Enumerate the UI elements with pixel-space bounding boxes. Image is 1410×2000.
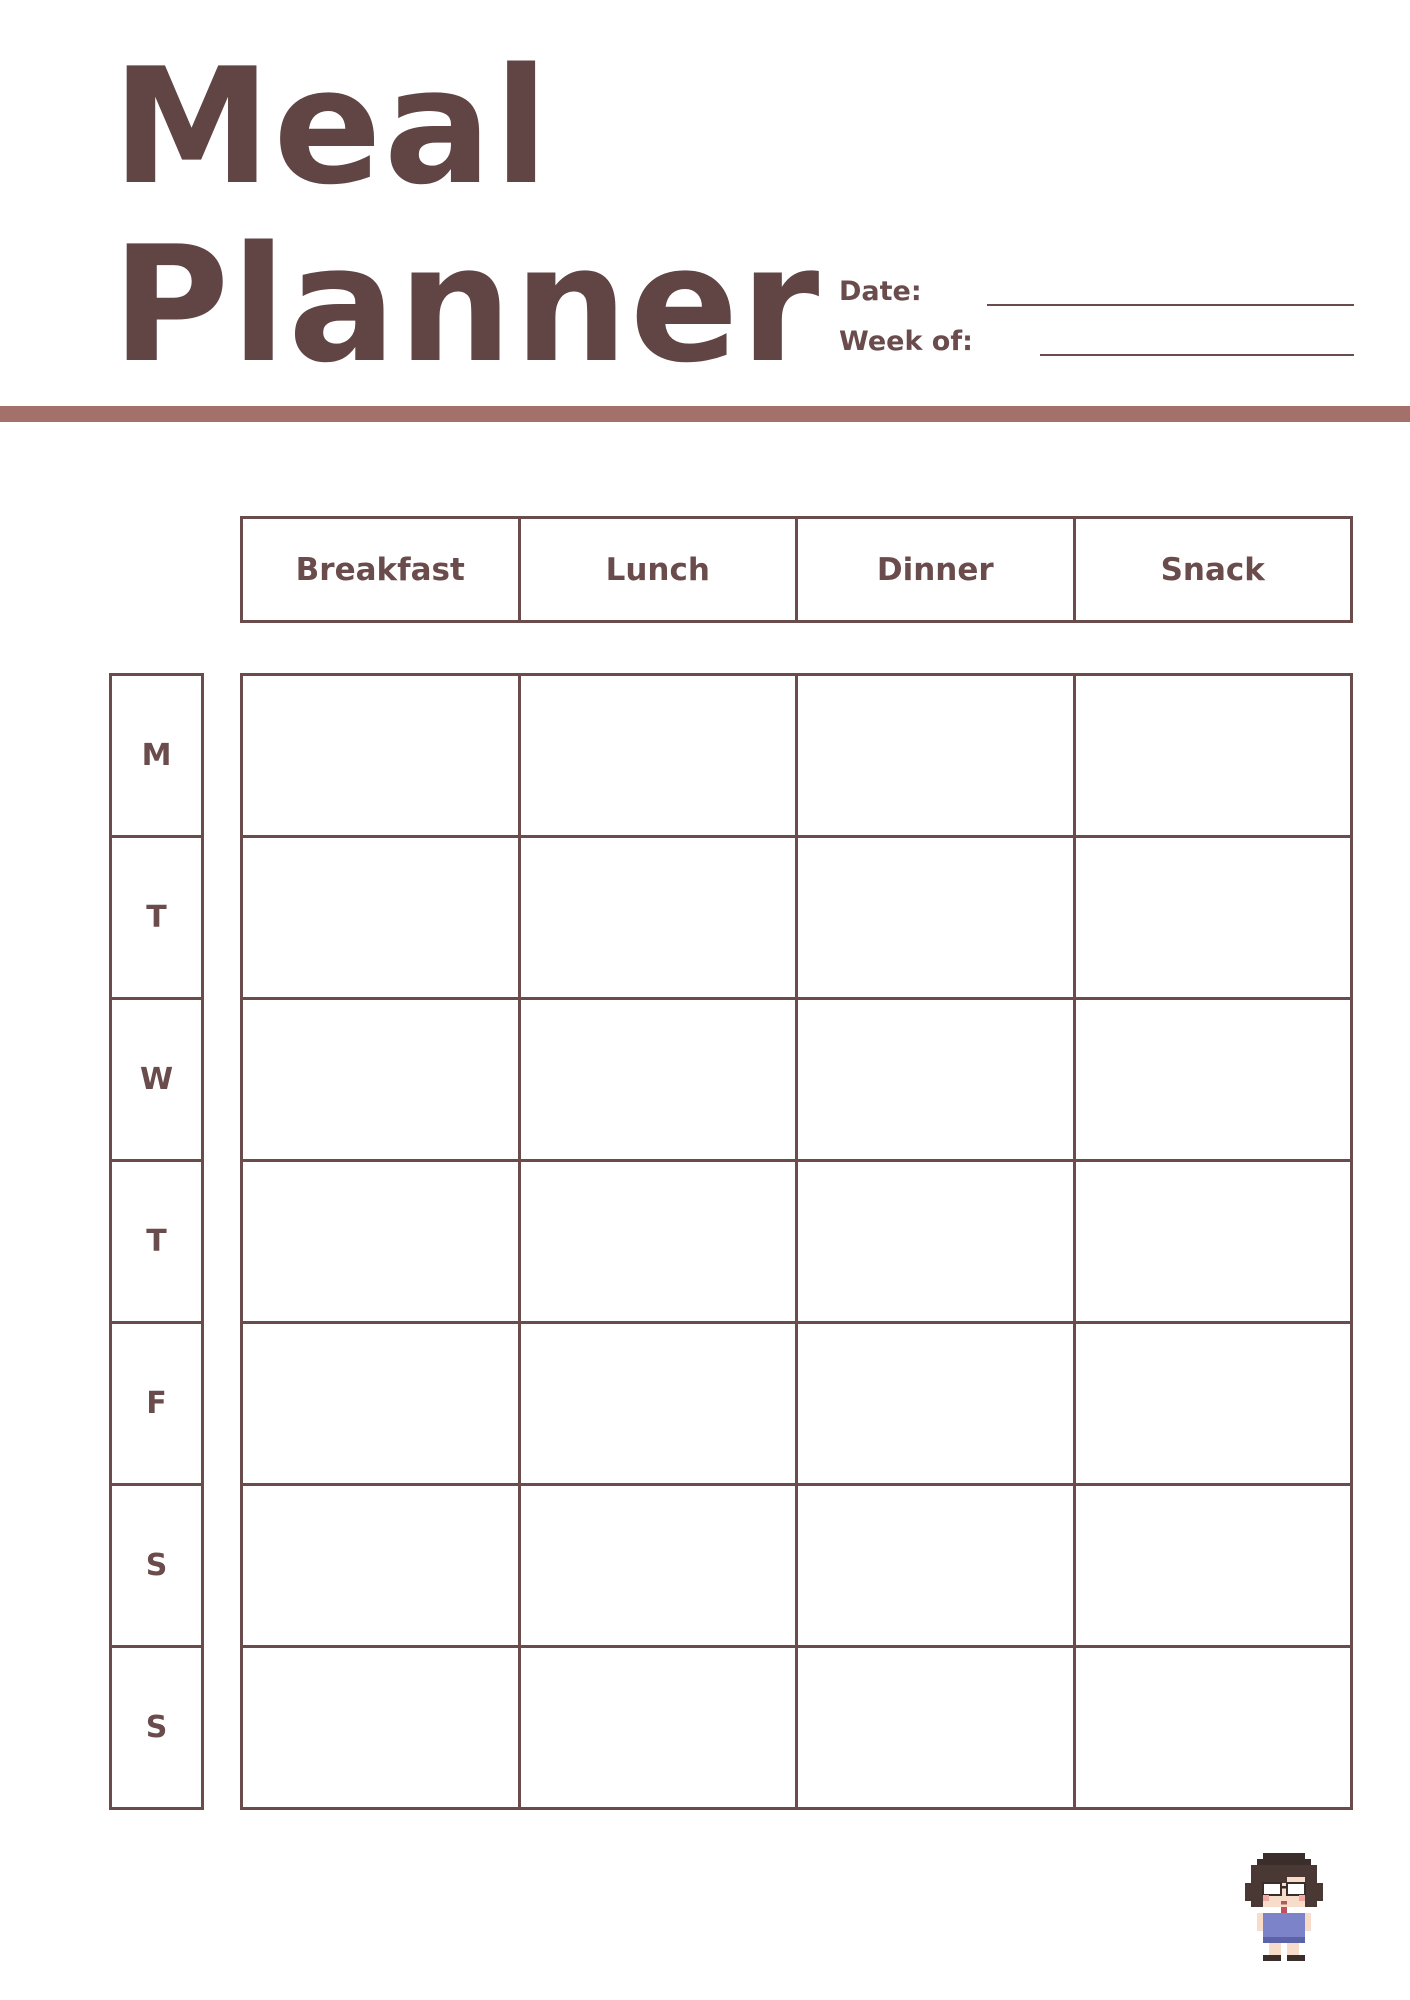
cell-friday-snack[interactable] [1072,1321,1353,1486]
meal-header-dinner: Dinner [795,516,1076,623]
cell-saturday-breakfast[interactable] [240,1483,521,1648]
cell-tuesday-lunch[interactable] [517,835,798,1000]
meal-header-table: Breakfast Lunch Dinner Snack [240,516,1353,623]
date-line[interactable] [987,304,1354,306]
meal-grid [240,673,1353,1810]
cell-wednesday-lunch[interactable] [517,997,798,1162]
cell-friday-breakfast[interactable] [240,1321,521,1486]
grid-row-monday [240,673,1353,838]
day-label-saturday: S [109,1483,204,1648]
date-label: Date: [839,276,922,307]
header-divider-bar [0,406,1410,422]
cell-tuesday-dinner[interactable] [795,835,1076,1000]
cell-tuesday-breakfast[interactable] [240,835,521,1000]
title-line-planner: Planner [112,211,822,398]
title-line-meal: Meal [112,33,551,220]
cell-friday-lunch[interactable] [517,1321,798,1486]
cell-monday-dinner[interactable] [795,673,1076,838]
day-label-thursday: T [109,1159,204,1324]
cell-thursday-snack[interactable] [1072,1159,1353,1324]
grid-row-friday [240,1321,1353,1486]
cell-thursday-dinner[interactable] [795,1159,1076,1324]
day-label-sunday: S [109,1645,204,1810]
cell-friday-dinner[interactable] [795,1321,1076,1486]
page-title: Meal Planner [112,38,821,394]
grid-row-tuesday [240,835,1353,1000]
grid-row-saturday [240,1483,1353,1648]
cell-monday-lunch[interactable] [517,673,798,838]
cell-saturday-lunch[interactable] [517,1483,798,1648]
day-label-friday: F [109,1321,204,1486]
cell-sunday-snack[interactable] [1072,1645,1353,1810]
cell-sunday-dinner[interactable] [795,1645,1076,1810]
cell-sunday-breakfast[interactable] [240,1645,521,1810]
day-label-wednesday: W [109,997,204,1162]
cell-wednesday-dinner[interactable] [795,997,1076,1162]
day-label-monday: M [109,673,204,838]
meal-header-lunch: Lunch [517,516,798,623]
cell-saturday-dinner[interactable] [795,1483,1076,1648]
grid-row-sunday [240,1645,1353,1810]
meal-header-snack: Snack [1072,516,1353,623]
cell-saturday-snack[interactable] [1072,1483,1353,1648]
meal-header-breakfast: Breakfast [240,516,521,623]
cell-wednesday-snack[interactable] [1072,997,1353,1162]
week-of-line[interactable] [1040,354,1354,356]
cell-monday-snack[interactable] [1072,673,1353,838]
cell-monday-breakfast[interactable] [240,673,521,838]
day-label-tuesday: T [109,835,204,1000]
cell-sunday-lunch[interactable] [517,1645,798,1810]
cell-wednesday-breakfast[interactable] [240,997,521,1162]
cell-tuesday-snack[interactable] [1072,835,1353,1000]
grid-row-wednesday [240,997,1353,1162]
meal-header-row: Breakfast Lunch Dinner Snack [240,516,1353,623]
cell-thursday-breakfast[interactable] [240,1159,521,1324]
week-of-label: Week of: [839,326,973,357]
cell-thursday-lunch[interactable] [517,1159,798,1324]
pixel-girl-with-glasses-icon [1245,1853,1323,1961]
grid-row-thursday [240,1159,1353,1324]
day-column: M T W T F S S [109,673,204,1810]
